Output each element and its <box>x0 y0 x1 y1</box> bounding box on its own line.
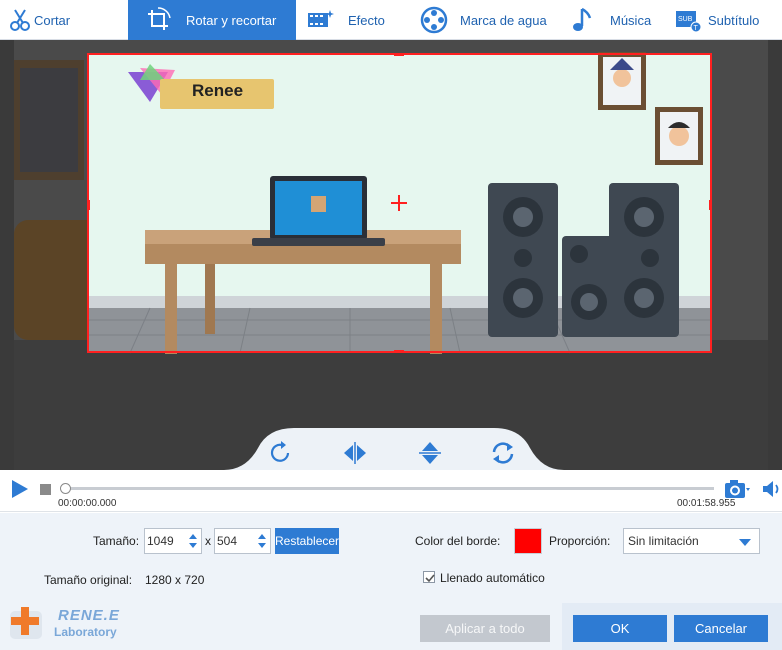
width-stepper[interactable]: 1049 <box>144 528 202 554</box>
border-color-label: Color del borde: <box>415 534 501 548</box>
current-time: 00:00:00.000 <box>58 498 117 509</box>
brand-name: RENE.E <box>58 607 120 624</box>
brand-sub: Laboratory <box>54 625 117 639</box>
dropdown-arrow-icon <box>739 539 751 546</box>
video-preview: Renee <box>0 40 782 470</box>
tab-label: Cortar <box>34 12 71 28</box>
subtitle-icon: SUB T <box>676 11 702 33</box>
flip-horizontal-icon[interactable] <box>342 440 368 466</box>
crop-handle-left[interactable] <box>87 200 90 210</box>
svg-text:SUB: SUB <box>678 16 693 23</box>
height-stepper[interactable]: 504 <box>214 528 271 554</box>
brand-logo: RENE.E Laboratory <box>8 605 158 645</box>
settings-panel: Tamaño: 1049 x 504 Restablecer Color del… <box>0 513 782 650</box>
height-value: 504 <box>217 534 238 548</box>
ratio-value: Sin limitación <box>628 534 699 548</box>
tab-musica[interactable]: Música <box>560 0 664 40</box>
tab-label: Rotar y recortar <box>186 12 277 28</box>
timeline-track[interactable] <box>62 487 714 490</box>
crop-icon <box>148 7 171 30</box>
checkmark-icon <box>425 574 435 583</box>
scissors-icon <box>10 9 30 31</box>
crop-handle-right[interactable] <box>709 200 712 210</box>
ratio-select[interactable]: Sin limitación <box>623 528 760 554</box>
film-reel-icon <box>420 6 448 34</box>
tab-efecto[interactable]: Efecto <box>296 0 408 40</box>
tab-label: Efecto <box>348 12 385 28</box>
edit-toolbar: Cortar Rotar y recortar Efecto Marca de … <box>0 0 782 40</box>
cancel-button[interactable]: Cancelar <box>674 615 768 642</box>
tab-label: Marca de agua <box>460 12 547 28</box>
flip-vertical-icon[interactable] <box>417 440 443 466</box>
reset-rotation-icon[interactable] <box>490 440 516 466</box>
size-separator: x <box>205 534 211 548</box>
tab-marca-de-agua[interactable]: Marca de agua <box>408 0 560 40</box>
original-size-label: Tamaño original: <box>44 573 133 587</box>
ratio-label: Proporción: <box>549 534 611 548</box>
camera-icon[interactable] <box>724 478 750 500</box>
brand-cross-icon <box>10 607 42 639</box>
original-size-value: 1280 x 720 <box>145 573 205 587</box>
crop-handle-top[interactable] <box>394 53 404 56</box>
timeline-scrubber[interactable] <box>60 483 71 494</box>
apply-all-button[interactable]: Aplicar a todo <box>420 615 550 642</box>
film-effect-icon <box>308 10 334 27</box>
tab-cortar[interactable]: Cortar <box>0 0 128 40</box>
playback-timeline: 00:00:00.000 00:01:58.955 <box>0 470 782 512</box>
rotate-clockwise-icon[interactable] <box>268 440 294 466</box>
music-note-icon <box>573 7 592 31</box>
tab-label: Música <box>610 12 652 28</box>
volume-icon[interactable] <box>762 480 782 498</box>
crop-center-cross[interactable] <box>391 195 407 211</box>
stop-icon[interactable] <box>40 484 51 495</box>
autofill-checkbox[interactable] <box>423 571 435 583</box>
border-color-picker[interactable] <box>514 528 542 554</box>
tab-subtitulo[interactable]: SUB T Subtítulo <box>664 0 782 40</box>
rotate-flip-bar <box>224 428 564 470</box>
size-label: Tamaño: <box>93 534 140 548</box>
tab-rotar-recortar[interactable]: Rotar y recortar <box>128 0 296 40</box>
stepper-arrows-icon[interactable] <box>256 531 268 551</box>
crop-handle-bottom[interactable] <box>394 350 404 353</box>
stepper-arrows-icon[interactable] <box>187 531 199 551</box>
tab-label: Subtítulo <box>708 12 760 28</box>
ok-button[interactable]: OK <box>573 615 667 642</box>
play-icon[interactable] <box>10 479 30 499</box>
autofill-label: Llenado automático <box>440 571 545 585</box>
width-value: 1049 <box>147 534 174 548</box>
reset-button[interactable]: Restablecer <box>275 528 339 554</box>
svg-text:T: T <box>694 25 699 32</box>
